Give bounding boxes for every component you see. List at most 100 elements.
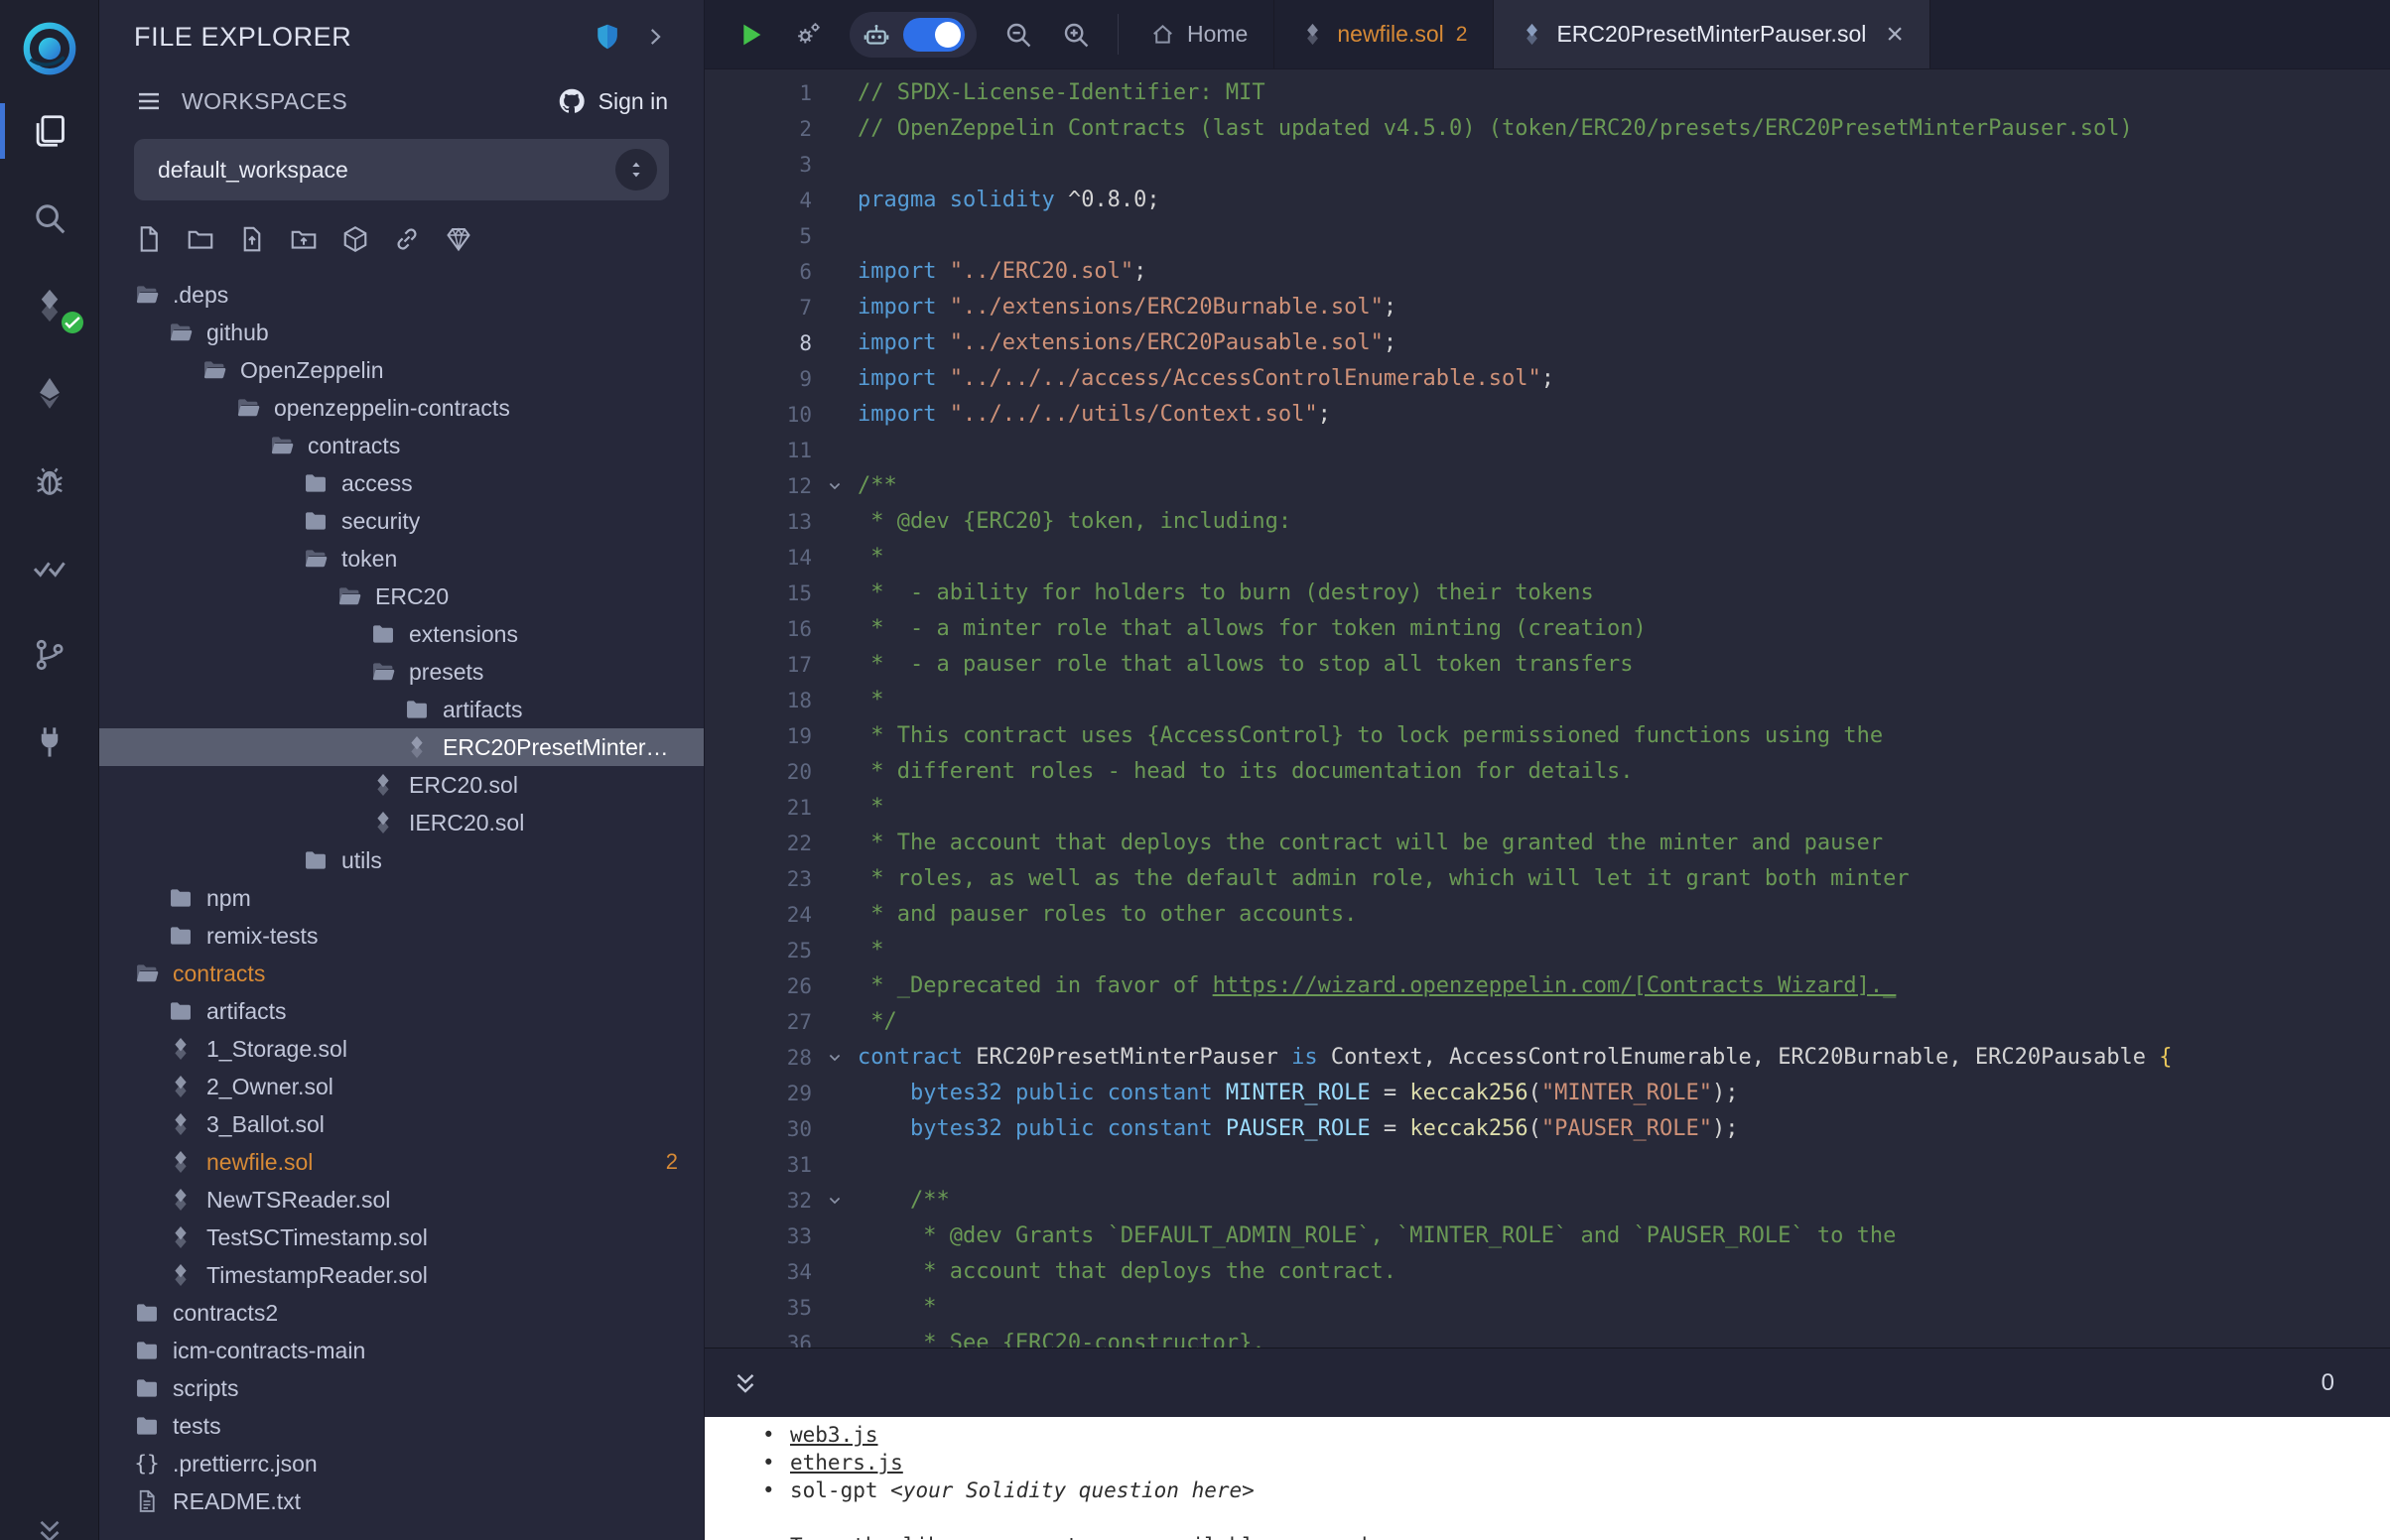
tree-item-prettierrc-json[interactable]: {}.prettierrc.json [99,1445,704,1482]
rail-deploy-and-run[interactable] [0,349,99,437]
line-number: 25 [705,933,812,968]
tree-item-icm-contracts-main[interactable]: icm-contracts-main [99,1332,704,1369]
tree-item-token[interactable]: token [99,540,704,578]
code-line: 23 * roles, as well as the default admin… [705,861,2390,897]
tree-item-artifacts[interactable]: artifacts [99,992,704,1030]
tree-item-readme-txt[interactable]: README.txt [99,1482,704,1520]
terminal-link[interactable]: ethers.js [790,1451,903,1475]
workspace-select[interactable]: default_workspace [134,139,669,200]
publish-to-ipfs-button[interactable] [340,224,370,254]
tab-erc20presetminterpauser-sol[interactable]: ERC20PresetMinterPauser.sol× [1494,0,1929,68]
line-number: 11 [705,433,812,468]
rail-debugger[interactable] [0,437,99,524]
folder-icon [134,1338,160,1363]
zoom-in-button[interactable] [1060,19,1092,51]
terminal-link[interactable]: web3.js [790,1423,878,1447]
tree-item-newfile-sol[interactable]: newfile.sol2 [99,1143,704,1181]
tree-item-contracts[interactable]: contracts [99,955,704,992]
tree-item-deps[interactable]: .deps [99,276,704,314]
fold-gutter [812,611,858,647]
terminal-collapse-icon[interactable] [730,1368,760,1398]
tree-item-security[interactable]: security [99,502,704,540]
tree-item-erc20presetminterpauser[interactable]: ERC20PresetMinterPauser... [99,728,704,766]
rail-plugin-manager[interactable] [0,699,99,786]
tree-item-contracts2[interactable]: contracts2 [99,1294,704,1332]
terminal-text: <your Solidity question here> [890,1478,1255,1502]
tree-item-artifacts[interactable]: artifacts [99,691,704,728]
tree-item-npm[interactable]: npm [99,879,704,917]
fold-chevron-icon[interactable] [812,1183,858,1219]
line-number: 28 [705,1040,812,1076]
terminal-text: Type the library name to see available c… [790,1534,1393,1540]
rail-search[interactable] [0,175,99,262]
rail-solidity-unit-testing[interactable] [0,524,99,611]
upload-folder-button[interactable] [289,224,319,254]
tree-item-openzeppelin-contracts[interactable]: openzeppelin-contracts [99,389,704,427]
tree-item-presets[interactable]: presets [99,653,704,691]
fold-gutter [812,111,858,147]
code-line: 24 * and pauser roles to other accounts. [705,897,2390,933]
terminal-line: •web3.js [762,1421,2390,1449]
terminal-line [762,1504,2390,1532]
tree-item-contracts[interactable]: contracts [99,427,704,464]
close-tab-icon[interactable]: × [1886,20,1904,50]
tree-item-remix-tests[interactable]: remix-tests [99,917,704,955]
tree-item-testsctimestamp-sol[interactable]: TestSCTimestamp.sol [99,1219,704,1256]
tree-item-openzeppelin[interactable]: OpenZeppelin [99,351,704,389]
tab-newfile-sol[interactable]: newfile.sol2 [1274,0,1494,68]
tree-item-2-owner-sol[interactable]: 2_Owner.sol [99,1068,704,1105]
line-number: 2 [705,111,812,147]
tree-item-erc20[interactable]: ERC20 [99,578,704,615]
line-number: 34 [705,1254,812,1290]
code-editor[interactable]: 1// SPDX-License-Identifier: MIT2// Open… [705,69,2390,1348]
tree-item-github[interactable]: github [99,314,704,351]
fold-gutter [812,361,858,397]
tree-item-ierc20-sol[interactable]: IERC20.sol [99,804,704,841]
rail-solidity-compiler[interactable] [0,262,99,349]
tree-item-erc20-sol[interactable]: ERC20.sol [99,766,704,804]
new-folder-button[interactable] [186,224,215,254]
sign-in-button[interactable]: Sign in [557,86,668,116]
folder-open-icon [134,961,160,986]
fold-chevron-icon[interactable] [812,468,858,504]
new-file-button[interactable] [134,224,164,254]
rail-git[interactable] [0,611,99,699]
tree-item-scripts[interactable]: scripts [99,1369,704,1407]
tree-item-3-ballot-sol[interactable]: 3_Ballot.sol [99,1105,704,1143]
chevron-right-icon[interactable] [642,24,668,50]
ai-copilot-group [850,12,977,58]
script-config-icon[interactable] [792,19,824,51]
terminal-line: •sol-gpt <your Solidity question here> [762,1476,2390,1504]
rail-file-explorer[interactable] [0,87,99,175]
fold-chevron-icon[interactable] [812,1040,858,1076]
branch-icon [31,636,68,674]
zoom-out-button[interactable] [1002,19,1034,51]
explorer-toolbar [99,214,704,262]
tree-item-newtsreader-sol[interactable]: NewTSReader.sol [99,1181,704,1219]
tree-item-access[interactable]: access [99,464,704,502]
workspace-switch-button[interactable] [615,149,657,191]
line-number: 4 [705,183,812,218]
line-number: 13 [705,504,812,540]
tab-home[interactable]: Home [1125,0,1274,68]
tree-item-timestampreader-sol[interactable]: TimestampReader.sol [99,1256,704,1294]
fold-gutter [812,826,858,861]
run-script-button[interactable] [734,19,766,51]
ai-copilot-toggle[interactable] [903,18,965,52]
tree-item-tests[interactable]: tests [99,1407,704,1445]
code-line: 4pragma solidity ^0.8.0; [705,183,2390,218]
icon-rail [0,0,99,1540]
fold-gutter [812,1326,858,1348]
tree-item-utils[interactable]: utils [99,841,704,879]
link-button[interactable] [392,224,422,254]
gist-button[interactable] [444,224,473,254]
tree-item-extensions[interactable]: extensions [99,615,704,653]
hamburger-menu-icon[interactable] [134,86,164,116]
code-line: 12/** [705,468,2390,504]
tree-item-1-storage-sol[interactable]: 1_Storage.sol [99,1030,704,1068]
upload-file-button[interactable] [237,224,267,254]
code-line: 25 * [705,933,2390,968]
rail-collapse-icon-slot[interactable] [0,1514,99,1540]
braces-icon: {} [134,1452,160,1476]
sign-in-label: Sign in [598,88,668,115]
